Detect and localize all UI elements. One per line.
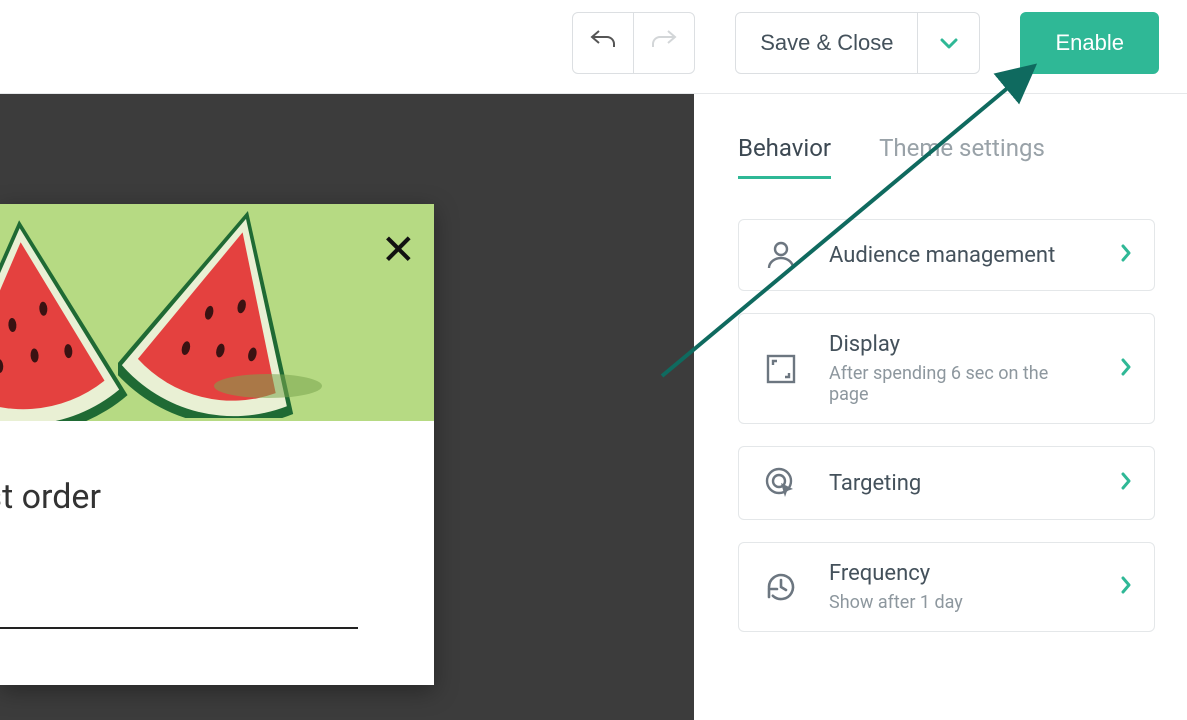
card-targeting[interactable]: Targeting [738, 446, 1155, 520]
card-audience-management[interactable]: Audience management [738, 219, 1155, 291]
popup-preview[interactable]: ✕ f your first order [0, 204, 434, 685]
watermelon-slice-icon [118, 204, 328, 418]
chevron-right-icon [1120, 575, 1132, 599]
settings-tabs: Behavior Theme settings [738, 134, 1155, 179]
undo-icon [589, 27, 617, 59]
card-subtitle: Show after 1 day [829, 592, 1092, 613]
chevron-right-icon [1120, 243, 1132, 267]
popup-hero-image: ✕ [0, 204, 434, 421]
enable-label: Enable [1055, 30, 1124, 56]
tab-behavior-label: Behavior [738, 134, 831, 162]
user-icon [761, 238, 801, 272]
card-title: Display [829, 332, 1092, 357]
card-texts: Display After spending 6 sec on the page [829, 332, 1092, 405]
chevron-down-icon [940, 30, 958, 56]
chevron-right-icon [1120, 357, 1132, 381]
watermelon-slice-icon [0, 214, 136, 421]
card-subtitle: After spending 6 sec on the page [829, 363, 1092, 405]
history-clock-icon [761, 569, 801, 605]
close-icon[interactable]: ✕ [381, 230, 416, 272]
undo-button[interactable] [572, 12, 634, 74]
card-title: Frequency [829, 561, 1092, 586]
save-close-label: Save & Close [760, 30, 893, 56]
card-display[interactable]: Display After spending 6 sec on the page [738, 313, 1155, 424]
card-title: Targeting [829, 471, 1092, 496]
redo-button[interactable] [633, 12, 695, 74]
popup-input-underline[interactable] [0, 627, 358, 629]
tab-behavior[interactable]: Behavior [738, 134, 831, 179]
save-close-button[interactable]: Save & Close [735, 12, 918, 74]
tab-theme-settings[interactable]: Theme settings [879, 134, 1045, 179]
save-split-button: Save & Close [735, 12, 980, 74]
preview-canvas: ✕ f your first order [0, 94, 694, 720]
redo-icon [650, 27, 678, 59]
chevron-right-icon [1120, 471, 1132, 495]
popup-body: f your first order [0, 421, 434, 685]
settings-panel: Behavior Theme settings Audience managem… [694, 94, 1187, 720]
enable-button[interactable]: Enable [1020, 12, 1159, 74]
card-texts: Frequency Show after 1 day [829, 561, 1092, 613]
tab-theme-label: Theme settings [879, 134, 1045, 162]
toolbar-actions: Save & Close Enable [572, 12, 1159, 74]
card-title: Audience management [829, 243, 1092, 268]
editor-toolbar: Save & Close Enable [0, 0, 1187, 94]
popup-headline: f your first order [0, 477, 434, 517]
history-group [572, 12, 695, 74]
frame-icon [761, 352, 801, 386]
save-dropdown-button[interactable] [918, 12, 980, 74]
card-frequency[interactable]: Frequency Show after 1 day [738, 542, 1155, 632]
card-texts: Targeting [829, 471, 1092, 496]
card-texts: Audience management [829, 243, 1092, 268]
target-cursor-icon [761, 465, 801, 501]
